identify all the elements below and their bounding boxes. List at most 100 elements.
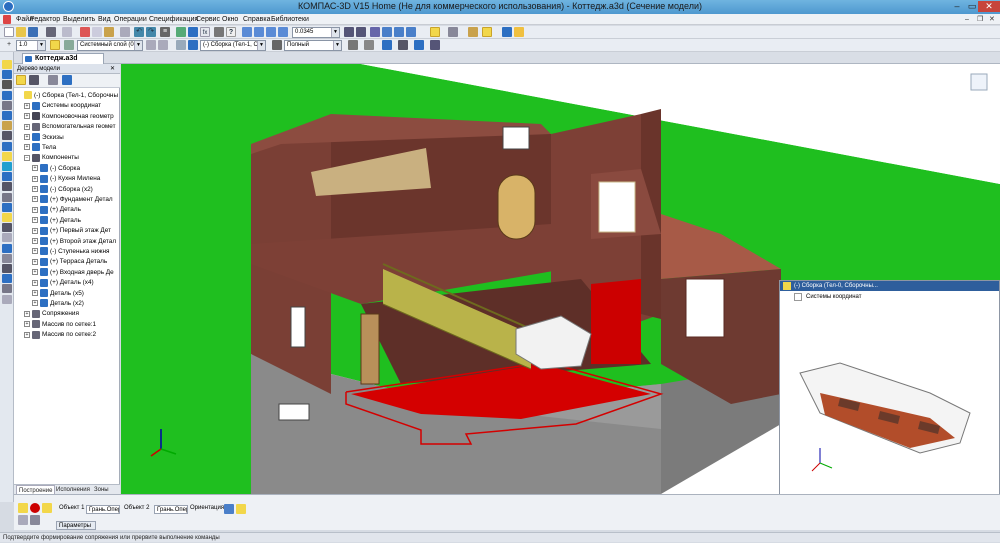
- compact-tool-icon[interactable]: [2, 80, 12, 90]
- variables-icon[interactable]: ≡: [160, 27, 170, 37]
- doc-restore-icon[interactable]: ❐: [977, 14, 983, 25]
- pan-icon[interactable]: [356, 27, 366, 37]
- view-manager-icon[interactable]: [502, 27, 512, 37]
- close-icon[interactable]: ✕: [978, 1, 1000, 12]
- tree-item[interactable]: + (+) Первый этаж Дет: [14, 226, 120, 236]
- expand-icon[interactable]: +: [32, 217, 38, 224]
- tree-item[interactable]: + Вспомогательная геомет: [14, 122, 120, 132]
- expand-icon[interactable]: +: [32, 227, 38, 234]
- stop-icon[interactable]: [30, 503, 40, 513]
- chevron-down-icon[interactable]: ▼: [257, 41, 265, 50]
- expand-icon[interactable]: +: [32, 248, 38, 255]
- expand-icon[interactable]: +: [32, 185, 38, 192]
- auto-create-icon[interactable]: [42, 503, 52, 513]
- compact-tool-icon[interactable]: [2, 233, 12, 243]
- save-icon[interactable]: [28, 27, 38, 37]
- menu-view[interactable]: Вид: [98, 14, 111, 25]
- compact-tool-icon[interactable]: [2, 253, 12, 263]
- display-combo[interactable]: Полный ▼: [284, 40, 342, 51]
- compact-tool-icon[interactable]: [2, 202, 12, 212]
- expand-icon[interactable]: +: [32, 258, 38, 265]
- expand-icon[interactable]: +: [24, 113, 30, 120]
- color-icon[interactable]: [382, 40, 392, 50]
- compact-tool-icon[interactable]: [2, 151, 12, 161]
- zoom-in-icon[interactable]: [242, 27, 252, 37]
- chevron-down-icon[interactable]: ▼: [331, 28, 339, 37]
- assembly-combo[interactable]: (-) Сборка (Тел-1, С ▼: [200, 40, 266, 51]
- tree-item[interactable]: − Компоненты: [14, 153, 120, 163]
- expand-icon[interactable]: +: [24, 123, 30, 130]
- cut-icon[interactable]: [80, 27, 90, 37]
- compact-tool-icon[interactable]: [2, 274, 12, 284]
- shaded-edges-icon[interactable]: [406, 27, 416, 37]
- compact-tool-icon[interactable]: [2, 294, 12, 304]
- section-icon[interactable]: [348, 40, 358, 50]
- open-icon[interactable]: [16, 27, 26, 37]
- editing-object-icon[interactable]: [176, 40, 186, 50]
- undo-icon[interactable]: ↶: [134, 27, 144, 37]
- pin-icon[interactable]: [18, 503, 28, 513]
- expand-icon[interactable]: +: [32, 196, 38, 203]
- view-mode-icon[interactable]: [272, 40, 282, 50]
- tree-close-icon[interactable]: ✕: [110, 65, 115, 72]
- help-icon[interactable]: ?: [226, 27, 236, 37]
- redo-icon[interactable]: ↷: [146, 27, 156, 37]
- layer-combo[interactable]: Системный слой (0) ▼: [77, 40, 143, 51]
- edit-place-icon[interactable]: [482, 27, 492, 37]
- menu-window[interactable]: Окно: [222, 14, 238, 25]
- expand-icon[interactable]: +: [32, 289, 38, 296]
- mass-icon[interactable]: [430, 40, 440, 50]
- component-icon[interactable]: [468, 27, 478, 37]
- tree-item[interactable]: + Компоновочная геометр: [14, 112, 120, 122]
- expand-icon[interactable]: +: [32, 206, 38, 213]
- rotate-icon[interactable]: [344, 27, 354, 37]
- cursor-icon[interactable]: +: [4, 40, 14, 50]
- compact-tool-icon[interactable]: [2, 223, 12, 233]
- help-hint-icon[interactable]: [18, 515, 28, 525]
- tree-item[interactable]: + (+) Деталь: [14, 216, 120, 226]
- compact-tool-icon[interactable]: [2, 182, 12, 192]
- menu-libraries[interactable]: Библиотеки: [271, 14, 309, 25]
- tree-item[interactable]: + (-) Сборка (x2): [14, 184, 120, 195]
- copy-icon[interactable]: [92, 27, 102, 37]
- shaded-icon[interactable]: [394, 27, 404, 37]
- compact-tool-icon[interactable]: [2, 90, 12, 100]
- tree-item[interactable]: −(-) Сборка (Тел-1, Сборочны: [14, 91, 120, 101]
- orientation-same-icon[interactable]: [224, 504, 234, 514]
- tree-structure-icon[interactable]: [29, 75, 39, 85]
- expand-icon[interactable]: +: [32, 279, 38, 286]
- orientation-icon[interactable]: [370, 27, 380, 37]
- tree-item[interactable]: + Сопряжения: [14, 309, 120, 319]
- object2-field[interactable]: Грань.Опер: [154, 505, 188, 514]
- compact-tool-icon[interactable]: [2, 100, 12, 110]
- menu-service[interactable]: Сервис: [196, 14, 220, 25]
- tree-item[interactable]: + (+) Деталь: [14, 205, 120, 215]
- wireframe-icon[interactable]: [382, 27, 392, 37]
- expand-icon[interactable]: −: [24, 154, 30, 161]
- orientation-opposite-icon[interactable]: [236, 504, 246, 514]
- preview-icon[interactable]: [62, 27, 72, 37]
- tree-item[interactable]: + Массив по сетке:1: [14, 320, 120, 330]
- compact-tool-icon[interactable]: [2, 284, 12, 294]
- component-preview-window[interactable]: (-) Сборка (Тел-0, Сборочны... Системы к…: [779, 280, 1000, 495]
- manager-icon[interactable]: [176, 27, 186, 37]
- menu-help[interactable]: Справка: [243, 14, 270, 25]
- tree-display-icon[interactable]: [48, 75, 58, 85]
- tree-item[interactable]: + (-) Ступенька нижня: [14, 247, 120, 257]
- tab-document[interactable]: Коттедж.a3d: [22, 53, 104, 64]
- compact-tool-icon[interactable]: [2, 111, 12, 120]
- compact-tool-icon[interactable]: [2, 121, 12, 131]
- chevron-down-icon[interactable]: ▼: [333, 41, 341, 50]
- attributes-icon[interactable]: [398, 40, 408, 50]
- tree-item[interactable]: + Системы координат: [14, 101, 120, 111]
- expand-icon[interactable]: +: [32, 269, 38, 276]
- chevron-down-icon[interactable]: ▼: [37, 41, 45, 50]
- doc-close-icon[interactable]: ✕: [989, 14, 995, 25]
- expand-icon[interactable]: +: [24, 331, 30, 338]
- expand-icon[interactable]: +: [32, 175, 38, 182]
- document-menu-icon[interactable]: [3, 15, 11, 24]
- compact-tool-icon[interactable]: [2, 172, 12, 182]
- tree-filter-icon[interactable]: [62, 75, 72, 85]
- zoom-combo[interactable]: 0.0345 ▼: [292, 27, 340, 38]
- tree-item[interactable]: + (+) Деталь (x4): [14, 278, 120, 288]
